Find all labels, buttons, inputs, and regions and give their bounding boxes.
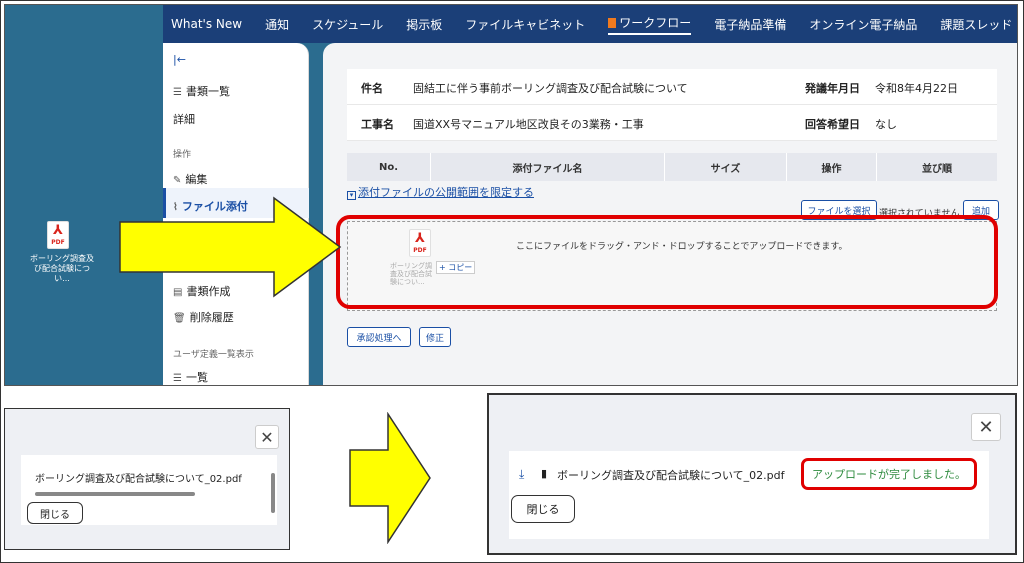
trash-icon: 🗑 — [173, 313, 186, 324]
sidebar-item-list[interactable]: ☰ 一覧 — [173, 369, 208, 385]
close-icon[interactable]: ✕ — [971, 413, 1001, 441]
upload-screen: ⅄ PDF ボーリング調査及び配合試験につい... What's New 通知 … — [4, 4, 1018, 386]
limit-public-range-label: 添付ファイルの公開範囲を限定する — [358, 186, 534, 199]
nav-file-cabinet[interactable]: ファイルキャビネット — [465, 16, 585, 33]
checkbox-icon: ▾ — [347, 191, 356, 200]
upload-dialog-after: ✕ ⤓ ▮ ボーリング調査及び配合試験について_02.pdf アップロードが完了… — [487, 393, 1017, 555]
nav-workflow[interactable]: ワークフロー — [608, 14, 692, 35]
subject-label: 件名 — [361, 82, 383, 95]
close-icon[interactable]: ✕ — [255, 425, 279, 449]
sidebar-item-detail[interactable]: 詳細 — [173, 111, 195, 127]
sidebar-item-documents-list[interactable]: ☰ 書類一覧 — [173, 83, 230, 99]
col-order: 並び順 — [922, 163, 952, 175]
sidebar-item-delete-history[interactable]: 🗑 削除履歴 — [173, 309, 234, 325]
col-operation: 操作 — [787, 153, 877, 181]
subject-value: 固結工に伴う事前ボーリング調査及び配合試験について — [413, 82, 688, 95]
desktop-pdf-file-icon[interactable]: ⅄ PDF — [47, 221, 69, 249]
close-button[interactable]: 閉じる — [27, 502, 83, 524]
nav-schedule[interactable]: スケジュール — [312, 16, 383, 33]
scrollbar-thumb[interactable] — [271, 473, 275, 513]
collapse-sidebar-icon[interactable]: |← — [173, 53, 186, 66]
col-no: No. — [347, 153, 431, 181]
sidebar-section-user-view: ユーザ定義一覧表示 — [173, 350, 254, 360]
upload-filename: ボーリング調査及び配合試験について_02.pdf — [557, 469, 785, 482]
sidebar-section-operations: 操作 — [173, 150, 192, 160]
attachment-table-header: No. 添付ファイル名 サイズ 操作 並び順 — [347, 153, 997, 181]
flag-icon — [608, 17, 617, 28]
nav-e-delivery-prep[interactable]: 電子納品準備 — [714, 16, 786, 33]
modify-button[interactable]: 修正 — [419, 327, 451, 347]
document-icon: ▮ — [541, 467, 548, 480]
vertical-scrollbar[interactable] — [271, 465, 277, 523]
issue-date-label: 発議年月日 — [805, 82, 860, 95]
top-nav: What's New 通知 スケジュール 掲示板 ファイルキャビネット ワークフ… — [163, 5, 1017, 43]
issue-date-value: 令和8年4月22日 — [875, 82, 958, 95]
document-info: 件名 固結工に伴う事前ボーリング調査及び配合試験について 発議年月日 令和8年4… — [347, 69, 997, 141]
upload-dialog-before: ✕ ボーリング調査及び配合試験について_02.pdf 閉じる — [4, 408, 290, 550]
list-icon: ☰ — [173, 373, 182, 384]
nav-workflow-label: ワークフロー — [619, 15, 692, 30]
upload-filename: ボーリング調査及び配合試験について_02.pdf — [35, 474, 242, 485]
nav-notifications[interactable]: 通知 — [265, 16, 289, 33]
info-row-project: 工事名 国道XX号マニュアル地区改良その3業務・工事 回答希望日 なし — [347, 105, 997, 141]
info-row-subject: 件名 固結工に伴う事前ボーリング調査及び配合試験について 発議年月日 令和8年4… — [347, 69, 997, 105]
nav-bulletin[interactable]: 掲示板 — [406, 16, 442, 33]
col-size: サイズ — [665, 153, 787, 181]
sidebar-item-label: 書類一覧 — [185, 85, 230, 98]
nav-issue-thread[interactable]: 課題スレッド — [940, 16, 1012, 33]
limit-public-range-link[interactable]: ▾ 添付ファイルの公開範囲を限定する — [347, 184, 534, 200]
sidebar-item-label: 削除履歴 — [189, 311, 234, 324]
close-button[interactable]: 閉じる — [511, 495, 575, 523]
desktop-file-label: ボーリング調査及び配合試験につい... — [30, 254, 94, 283]
project-label: 工事名 — [361, 118, 394, 131]
upload-status: アップロードが完了しました。 — [812, 468, 966, 481]
nav-online-e-delivery[interactable]: オンライン電子納品 — [809, 16, 917, 33]
arrow-right-icon — [349, 412, 431, 544]
sidebar-item-label: 一覧 — [185, 371, 208, 384]
reply-date-label: 回答希望日 — [805, 118, 860, 131]
upload-complete-highlight: アップロードが完了しました。 — [801, 458, 977, 490]
nav-whats-new[interactable]: What's New — [171, 17, 242, 31]
sidebar-item-label: 編集 — [185, 173, 208, 186]
col-filename: 添付ファイル名 — [431, 153, 665, 181]
approve-process-button[interactable]: 承認処理へ — [347, 327, 411, 347]
pencil-icon: ✎ — [173, 175, 182, 186]
sidebar-item-edit[interactable]: ✎ 編集 — [173, 171, 207, 187]
drop-zone-highlight — [336, 215, 998, 309]
list-icon: ☰ — [173, 87, 182, 98]
reply-date-value: なし — [875, 118, 897, 131]
horizontal-scrollbar[interactable] — [29, 490, 269, 498]
project-value: 国道XX号マニュアル地区改良その3業務・工事 — [413, 118, 644, 131]
scrollbar-thumb[interactable] — [35, 492, 195, 496]
arrow-right-icon — [119, 196, 342, 298]
download-icon[interactable]: ⤓ — [519, 467, 524, 482]
